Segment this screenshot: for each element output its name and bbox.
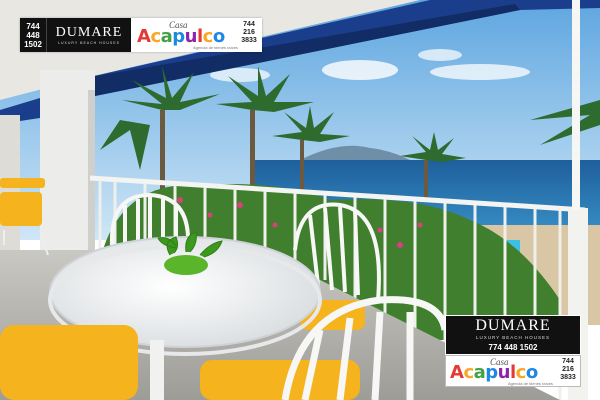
brand-name: DUMARE <box>475 317 551 334</box>
watermark-logo-top: 744 448 1502 DUMARE LUXURY BEACH HOUSES … <box>20 18 262 52</box>
pillar <box>40 70 95 260</box>
cloud <box>430 64 530 80</box>
side-phone: 744 216 3833 <box>241 21 257 44</box>
cloud <box>322 60 398 80</box>
phone-line: 744 <box>26 21 40 31</box>
agency-tagline: Agencia de bienes raíces <box>508 381 553 386</box>
acapulco-word: Acapulco <box>137 26 225 47</box>
front-cushion-left <box>0 325 138 400</box>
brand-name: DUMARE <box>55 25 123 40</box>
logo-phone: 744 448 1502 <box>20 18 46 52</box>
watermark-logo-bottom: DUMARE LUXURY BEACH HOUSES 774 448 1502 … <box>445 315 581 387</box>
acapulco-word: Acapulco <box>450 362 538 383</box>
table-leg <box>150 340 164 400</box>
brand-tagline: LUXURY BEACH HOUSES <box>475 335 551 340</box>
brand-block: DUMARE LUXURY BEACH HOUSES 774 448 1502 <box>445 315 581 355</box>
phone-line: 1502 <box>24 39 42 49</box>
pillar-shadow <box>88 90 95 260</box>
right-frame <box>572 0 580 210</box>
side-phone: 744 216 3833 <box>560 358 576 381</box>
brand-tagline: LUXURY BEACH HOUSES <box>58 41 120 45</box>
cloud <box>418 49 462 61</box>
phone-line: 448 <box>26 30 40 40</box>
front-cushion-right <box>200 360 360 400</box>
brand-block: DUMARE LUXURY BEACH HOUSES <box>46 18 131 52</box>
bowl <box>164 255 208 275</box>
agency-tagline: Agencia de bienes raíces <box>193 45 238 50</box>
casa-acapulco-logo: Casa Acapulco Agencia de bienes raíces 7… <box>445 355 581 387</box>
casa-acapulco-logo: Casa Acapulco Agencia de bienes raíces 7… <box>131 18 262 52</box>
brand-phone: 774 448 1502 <box>488 343 538 352</box>
